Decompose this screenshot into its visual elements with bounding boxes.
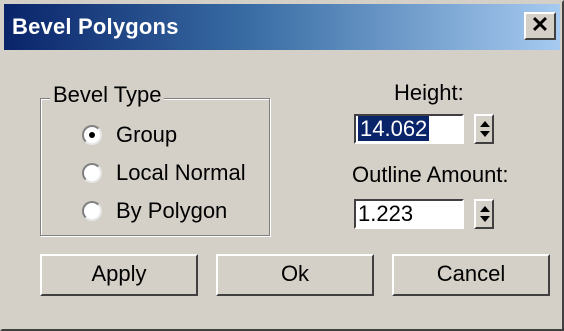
height-spinner[interactable] xyxy=(474,114,494,144)
bevel-polygons-dialog: Bevel Polygons ✕ Bevel Type Group Local … xyxy=(0,0,564,331)
spinner-down-icon[interactable] xyxy=(480,131,490,137)
title-bar[interactable]: Bevel Polygons ✕ xyxy=(4,4,560,50)
radio-group[interactable]: Group xyxy=(82,122,177,148)
dialog-title: Bevel Polygons xyxy=(12,14,179,39)
radio-group-indicator[interactable] xyxy=(82,125,102,145)
close-icon: ✕ xyxy=(530,12,550,37)
cancel-button[interactable]: Cancel xyxy=(392,254,550,296)
spinner-up-icon[interactable] xyxy=(480,121,490,127)
radio-by-polygon[interactable]: By Polygon xyxy=(82,198,227,224)
radio-local-normal-label: Local Normal xyxy=(116,160,246,185)
spinner-down-icon[interactable] xyxy=(480,216,490,222)
outline-amount-spinner[interactable] xyxy=(474,199,494,229)
outline-amount-label: Outline Amount: xyxy=(352,162,509,187)
height-input[interactable]: 14.062 xyxy=(354,114,464,144)
radio-by-polygon-label: By Polygon xyxy=(116,198,228,223)
apply-button[interactable]: Apply xyxy=(40,254,198,296)
radio-group-label: Group xyxy=(116,122,178,147)
outline-amount-value: 1.223 xyxy=(358,201,414,226)
radio-local-normal[interactable]: Local Normal xyxy=(82,160,246,186)
outline-amount-input[interactable]: 1.223 xyxy=(354,199,464,229)
bevel-type-legend: Bevel Type xyxy=(50,82,165,108)
height-value: 14.062 xyxy=(358,116,430,141)
ok-button[interactable]: Ok xyxy=(216,254,374,296)
height-label: Height: xyxy=(394,80,464,105)
close-button[interactable]: ✕ xyxy=(524,12,556,40)
radio-by-polygon-indicator[interactable] xyxy=(82,201,102,221)
spinner-up-icon[interactable] xyxy=(480,206,490,212)
radio-local-normal-indicator[interactable] xyxy=(82,163,102,183)
